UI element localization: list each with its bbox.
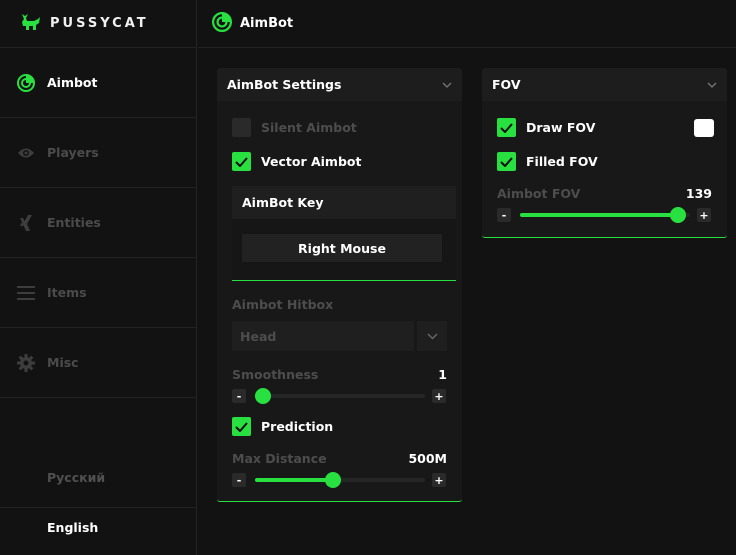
fov-panel: FOV Draw FOV Filled FOV Aimbot FOV 139 -… <box>482 68 727 238</box>
radar-icon <box>212 11 232 36</box>
page-title: AimBot <box>240 16 294 31</box>
vector-aimbot-row: Vector Aimbot <box>232 152 361 171</box>
aimbot-fov-slider[interactable] <box>520 207 690 223</box>
sidebar-item-aimbot[interactable]: Aimbot <box>0 48 196 118</box>
vector-aimbot-checkbox[interactable] <box>232 152 251 171</box>
max-distance-label: Max Distance <box>232 451 327 466</box>
sidebar: PUSSYCAT Aimbot Players Entities Items M… <box>0 0 197 555</box>
smoothness-slider[interactable] <box>255 388 425 404</box>
checkbox-label: Vector Aimbot <box>261 154 362 169</box>
radar-icon <box>17 73 35 92</box>
eye-icon <box>17 144 35 162</box>
aimbot-key-button[interactable]: Right Mouse <box>242 234 442 262</box>
sidebar-item-label: Aimbot <box>47 75 98 90</box>
max-distance-decrement-button[interactable]: - <box>232 473 246 487</box>
hitbox-label: Aimbot Hitbox <box>232 297 334 312</box>
max-distance-slider[interactable] <box>255 472 425 488</box>
panel-header: AimBot Settings <box>217 68 462 101</box>
slider-knob[interactable] <box>255 388 271 404</box>
sidebar-item-players[interactable]: Players <box>0 118 196 188</box>
xing-icon <box>17 214 35 232</box>
silent-aimbot-checkbox[interactable] <box>232 118 251 137</box>
hitbox-dropdown-button[interactable] <box>417 321 447 351</box>
gear-icon <box>17 353 35 372</box>
sidebar-item-label: Misc <box>47 355 79 370</box>
aimbot-key-title: AimBot Key <box>232 186 456 219</box>
sidebar-item-label: Entities <box>47 215 101 230</box>
panel-header: FOV <box>482 68 727 101</box>
slider-fill <box>520 213 679 217</box>
prediction-checkbox[interactable] <box>232 417 251 436</box>
panel-title: AimBot Settings <box>227 77 342 92</box>
slider-fill <box>255 478 334 482</box>
max-distance-value: 500M <box>408 451 447 466</box>
chevron-down-icon <box>426 332 438 340</box>
smoothness-increment-button[interactable]: + <box>432 389 446 403</box>
filled-fov-row: Filled FOV <box>497 152 598 171</box>
aimbot-fov-label: Aimbot FOV <box>497 186 581 201</box>
prediction-row: Prediction <box>232 417 333 436</box>
panel-title: FOV <box>492 77 521 92</box>
draw-fov-checkbox[interactable] <box>497 118 516 137</box>
aimbot-fov-value: 139 <box>685 186 712 201</box>
cat-icon <box>20 13 42 35</box>
slider-knob[interactable] <box>670 207 687 223</box>
checkbox-label: Draw FOV <box>526 120 596 135</box>
language-english[interactable]: English <box>47 520 98 535</box>
sidebar-item-label: Players <box>47 145 99 160</box>
chevron-down-icon[interactable] <box>442 80 452 90</box>
checkbox-label: Filled FOV <box>526 154 598 169</box>
sidebar-item-items[interactable]: Items <box>0 258 196 328</box>
checkbox-label: Prediction <box>261 419 334 434</box>
page-header: AimBot <box>198 0 736 48</box>
sidebar-item-label: Items <box>47 285 87 300</box>
smoothness-decrement-button[interactable]: - <box>232 389 246 403</box>
draw-fov-row: Draw FOV <box>497 118 595 137</box>
check-icon <box>235 421 248 432</box>
hitbox-select[interactable]: Head <box>232 321 414 351</box>
brand-logo: PUSSYCAT <box>0 0 196 48</box>
chevron-down-icon[interactable] <box>707 80 717 90</box>
menu-icon <box>17 284 35 302</box>
smoothness-label: Smoothness <box>232 367 319 382</box>
filled-fov-checkbox[interactable] <box>497 152 516 171</box>
fov-color-picker[interactable] <box>694 119 714 137</box>
aimbot-fov-decrement-button[interactable]: - <box>497 208 511 222</box>
check-icon <box>500 122 513 133</box>
check-icon <box>235 156 248 167</box>
sidebar-item-misc[interactable]: Misc <box>0 328 196 398</box>
aimbot-settings-panel: AimBot Settings Silent Aimbot Vector Aim… <box>217 68 462 502</box>
sidebar-item-entities[interactable]: Entities <box>0 188 196 258</box>
silent-aimbot-row: Silent Aimbot <box>232 118 357 137</box>
max-distance-increment-button[interactable]: + <box>432 473 446 487</box>
language-russian[interactable]: Русский <box>47 470 105 485</box>
check-icon <box>500 156 513 167</box>
checkbox-label: Silent Aimbot <box>261 120 357 135</box>
divider <box>0 507 197 508</box>
slider-knob[interactable] <box>325 472 342 488</box>
smoothness-value: 1 <box>438 367 447 382</box>
brand-name: PUSSYCAT <box>50 16 149 31</box>
aimbot-key-box: AimBot Key Right Mouse <box>232 186 456 281</box>
aimbot-fov-increment-button[interactable]: + <box>697 208 711 222</box>
